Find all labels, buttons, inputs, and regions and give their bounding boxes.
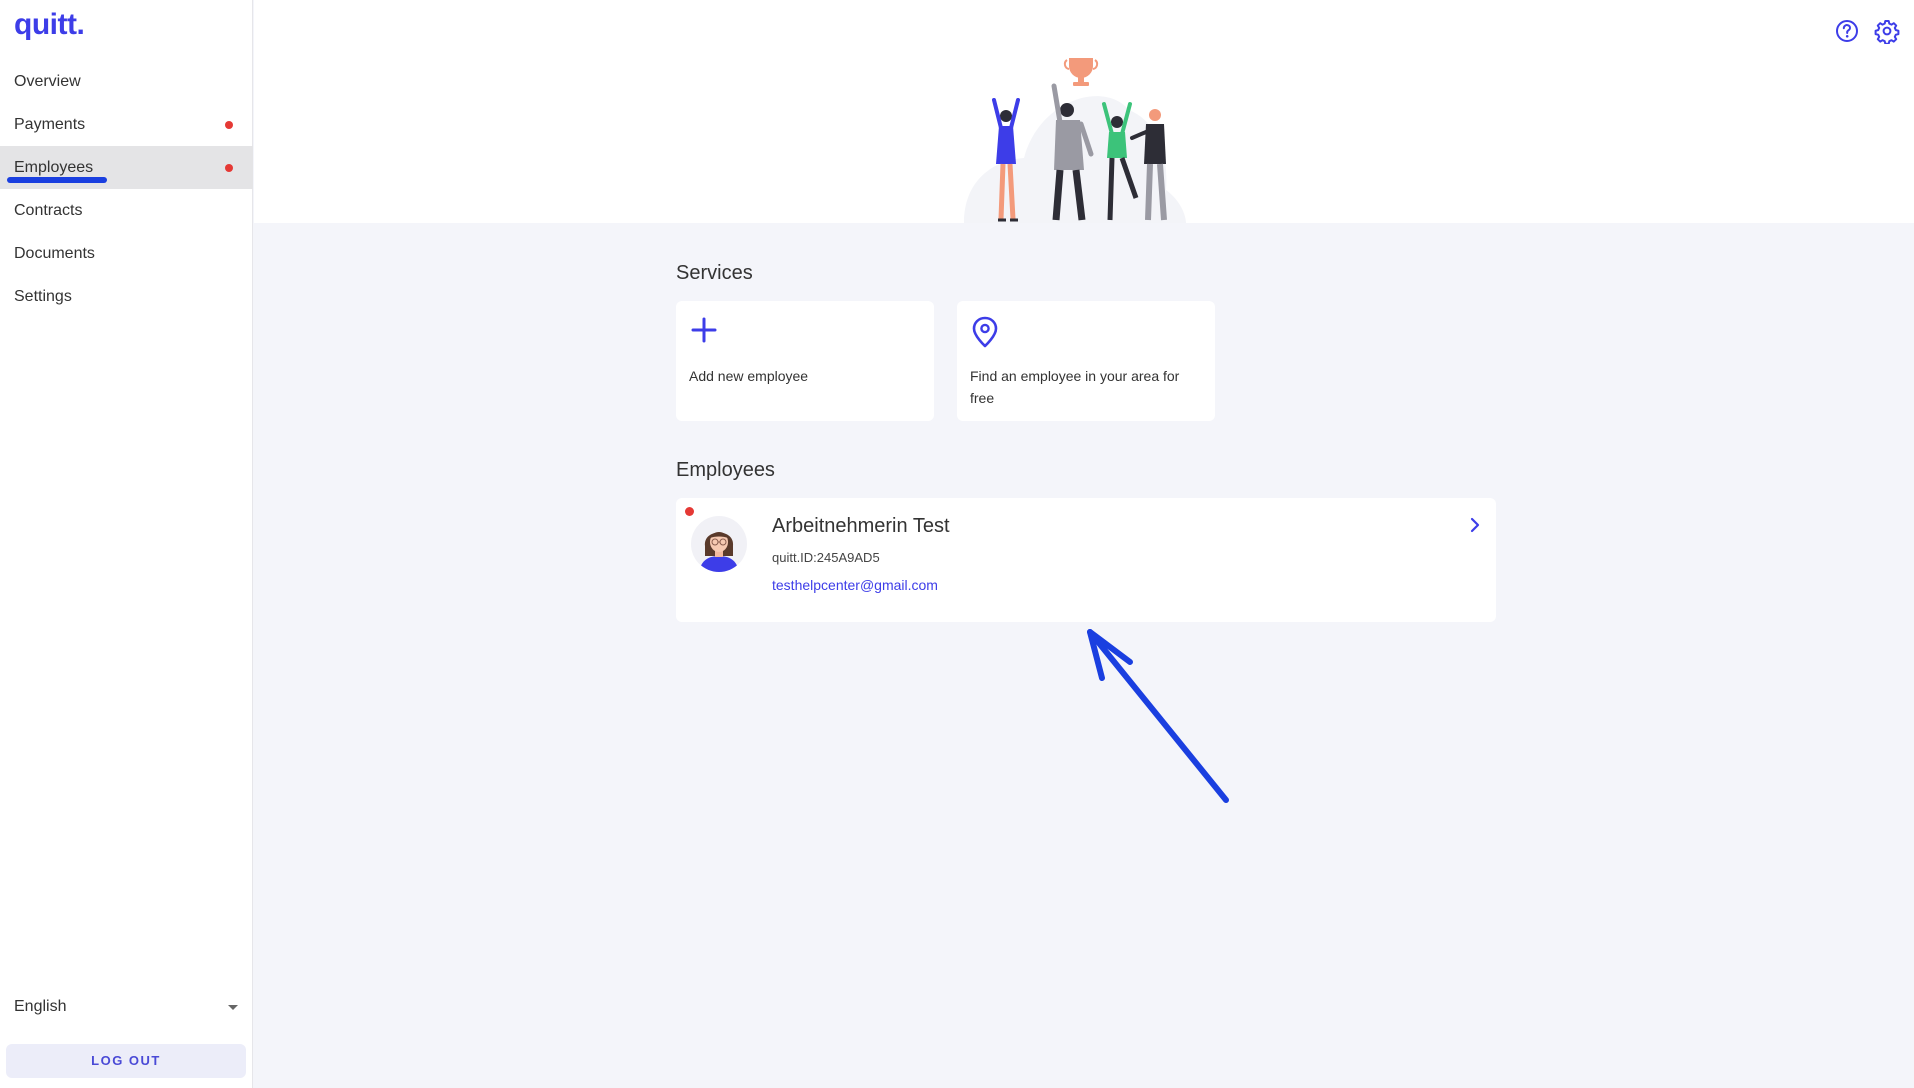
- employees-heading: Employees: [676, 459, 775, 481]
- location-pin-icon: [972, 316, 998, 348]
- logout-button[interactable]: LOG OUT: [6, 1044, 246, 1078]
- add-employee-card[interactable]: Add new employee: [676, 301, 934, 421]
- find-employee-card[interactable]: Find an employee in your area for free: [957, 301, 1215, 421]
- annotation-arrow: [1087, 629, 1229, 803]
- unread-dot: [685, 507, 694, 516]
- service-card-label: Add new employee: [689, 368, 809, 384]
- services-heading: Services: [676, 262, 753, 284]
- sidebar-item-label: Settings: [14, 288, 72, 305]
- employee-quitt-id: quitt.ID:245A9AD5: [772, 550, 880, 565]
- plus-icon: [691, 317, 717, 343]
- sidebar-nav: Overview Payments Employees Contracts Do…: [0, 60, 253, 318]
- caret-down-icon: [228, 1005, 238, 1010]
- service-card-label: Find an employee in your area for free: [970, 368, 1180, 406]
- sidebar-item-overview[interactable]: Overview: [0, 60, 253, 103]
- chevron-right-icon[interactable]: [1468, 516, 1482, 534]
- sidebar-item-documents[interactable]: Documents: [0, 232, 253, 275]
- quitt-logo[interactable]: quitt.: [14, 8, 85, 42]
- sidebar-item-label: Documents: [14, 245, 95, 262]
- annotation-underline: [7, 177, 107, 183]
- notification-dot: [225, 121, 233, 129]
- woman-avatar-icon: [699, 532, 739, 572]
- employee-card[interactable]: Arbeitnehmerin Test quitt.ID:245A9AD5 te…: [676, 498, 1496, 622]
- gear-icon[interactable]: [1874, 18, 1900, 44]
- language-value: English: [14, 998, 67, 1015]
- sidebar-item-label: Employees: [14, 159, 94, 176]
- avatar: [691, 516, 747, 572]
- hero-banner: [254, 0, 1914, 223]
- sidebar-item-payments[interactable]: Payments: [0, 103, 253, 146]
- language-select[interactable]: English: [14, 998, 242, 1022]
- sidebar: quitt. Overview Payments Employees Contr…: [0, 0, 253, 1088]
- employee-email[interactable]: testhelpcenter@gmail.com: [772, 577, 938, 593]
- sidebar-item-label: Overview: [14, 73, 81, 90]
- sidebar-item-contracts[interactable]: Contracts: [0, 189, 253, 232]
- employee-name: Arbeitnehmerin Test: [772, 515, 950, 537]
- notification-dot: [225, 164, 233, 172]
- sidebar-item-label: Contracts: [14, 202, 83, 219]
- sidebar-item-settings[interactable]: Settings: [0, 275, 253, 318]
- team-celebration-illustration: [964, 58, 1186, 223]
- sidebar-item-label: Payments: [14, 116, 86, 133]
- help-icon[interactable]: [1834, 18, 1860, 44]
- sidebar-item-employees[interactable]: Employees: [0, 146, 253, 189]
